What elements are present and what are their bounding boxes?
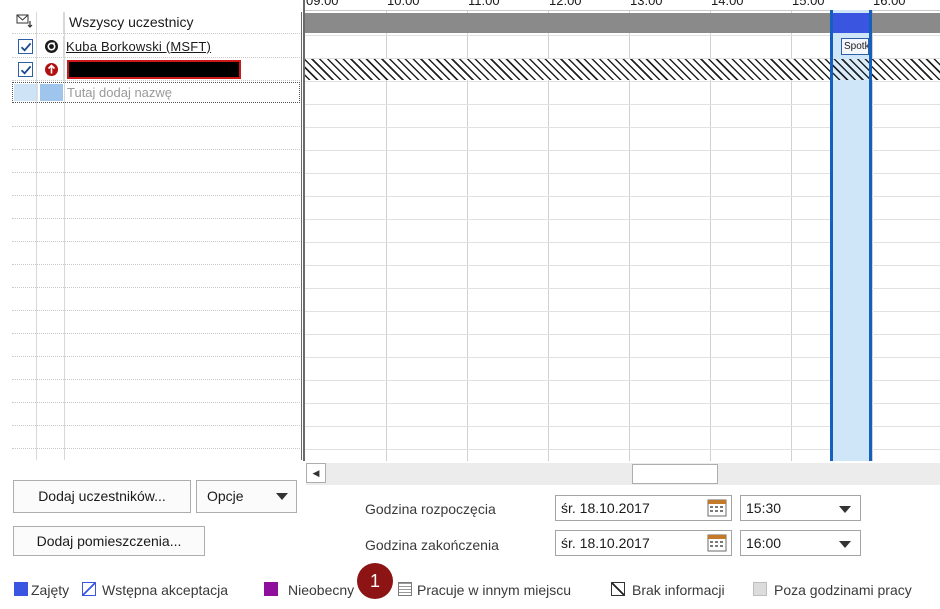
attendee-row: Kuba Borkowski (MSFT)	[12, 36, 302, 58]
chevron-down-icon	[839, 506, 851, 513]
attendee-checkbox[interactable]	[18, 39, 33, 54]
calendar-icon[interactable]	[707, 534, 727, 552]
end-time-value: 16:00	[746, 535, 782, 551]
end-time-label: Godzina zakończenia	[365, 537, 499, 553]
empty-row	[12, 174, 302, 196]
empty-row	[12, 105, 302, 127]
add-attendee-row: Tutaj dodaj nazwę	[12, 82, 302, 104]
empty-row	[12, 381, 302, 403]
chevron-down-icon	[276, 493, 288, 500]
attendee-checkbox[interactable]	[18, 62, 33, 77]
empty-row	[12, 243, 302, 265]
attendee-row	[12, 59, 302, 81]
add-attendees-button[interactable]: Dodaj uczestników...	[13, 480, 191, 513]
add-rooms-button[interactable]: Dodaj pomieszczenia...	[13, 526, 205, 556]
chevron-down-icon	[839, 541, 851, 548]
required-attendee-icon	[45, 63, 58, 76]
step-number-badge: 1	[357, 563, 393, 599]
options-dropdown-button[interactable]: Opcje	[196, 480, 297, 513]
scroll-thumb[interactable]	[632, 464, 718, 484]
no-information-swatch-icon	[611, 582, 625, 596]
scroll-left-arrow-icon[interactable]: ◀	[306, 463, 326, 483]
empty-row	[12, 266, 302, 288]
horizontal-scrollbar[interactable]: ◀	[306, 463, 940, 485]
hour-label: 12:00	[549, 0, 582, 8]
out-of-office-swatch-icon	[264, 582, 278, 596]
hour-label: 16:00	[873, 0, 906, 8]
attendee-list-header: Wszyscy uczestnicy	[12, 12, 302, 34]
attendee-name[interactable]: Kuba Borkowski (MSFT)	[66, 39, 211, 54]
empty-row	[12, 128, 302, 150]
response-column-header[interactable]	[12, 12, 37, 33]
add-name-placeholder: Tutaj dodaj nazwę	[67, 85, 173, 100]
empty-row	[12, 404, 302, 426]
meeting-no-information-block	[833, 59, 869, 80]
tentative-swatch-icon	[82, 582, 96, 596]
attendee-list: Wszyscy uczestnicy Kuba Borkowski (MSFT)	[12, 12, 302, 460]
start-time-select[interactable]: 15:30	[740, 495, 861, 521]
empty-row	[12, 312, 302, 334]
end-time-select[interactable]: 16:00	[740, 530, 861, 556]
pane-divider[interactable]	[301, 12, 302, 460]
empty-row	[12, 358, 302, 380]
all-attendees-header[interactable]: Wszyscy uczestnicy	[65, 12, 302, 33]
meeting-block[interactable]: Spotkanie	[841, 38, 869, 55]
working-elsewhere-swatch-icon	[398, 582, 412, 596]
hour-label: 10:00	[387, 0, 420, 8]
empty-row	[12, 197, 302, 219]
hour-label: 11:00	[468, 0, 500, 8]
outside-hours-swatch-icon	[753, 582, 767, 596]
empty-row	[12, 335, 302, 357]
empty-row	[12, 450, 302, 460]
redacted-attendee-name[interactable]	[67, 60, 241, 79]
hour-label: 13:00	[630, 0, 663, 8]
end-date-input[interactable]: śr. 18.10.2017	[555, 530, 732, 556]
column-divider	[36, 12, 37, 460]
envelope-sort-icon[interactable]	[16, 14, 34, 33]
empty-row	[12, 151, 302, 173]
busy-swatch-icon	[14, 582, 28, 596]
meeting-busy-block	[833, 13, 869, 33]
grid-left-border	[303, 0, 305, 461]
empty-row	[12, 427, 302, 449]
column-divider	[64, 12, 65, 460]
start-time-value: 15:30	[746, 500, 782, 516]
hour-label: 15:00	[792, 0, 825, 8]
empty-row	[12, 289, 302, 311]
add-name-input[interactable]: Tutaj dodaj nazwę	[12, 82, 300, 103]
options-label: Opcje	[207, 488, 244, 504]
empty-row	[12, 220, 302, 242]
schedule-grid[interactable]: 09:00 10:00 11:00 12:00 13:00 14:00 15:00 16:00…	[303, 0, 940, 461]
organizer-icon	[45, 40, 58, 53]
hour-label: 09:00	[306, 0, 339, 8]
end-date-value: śr. 18.10.2017	[561, 535, 650, 551]
start-date-value: śr. 18.10.2017	[561, 500, 650, 516]
status-column-header	[37, 12, 64, 33]
start-date-input[interactable]: śr. 18.10.2017	[555, 495, 732, 521]
calendar-icon[interactable]	[707, 499, 727, 517]
start-time-label: Godzina rozpoczęcia	[365, 501, 496, 517]
hour-label: 14:00	[711, 0, 744, 8]
